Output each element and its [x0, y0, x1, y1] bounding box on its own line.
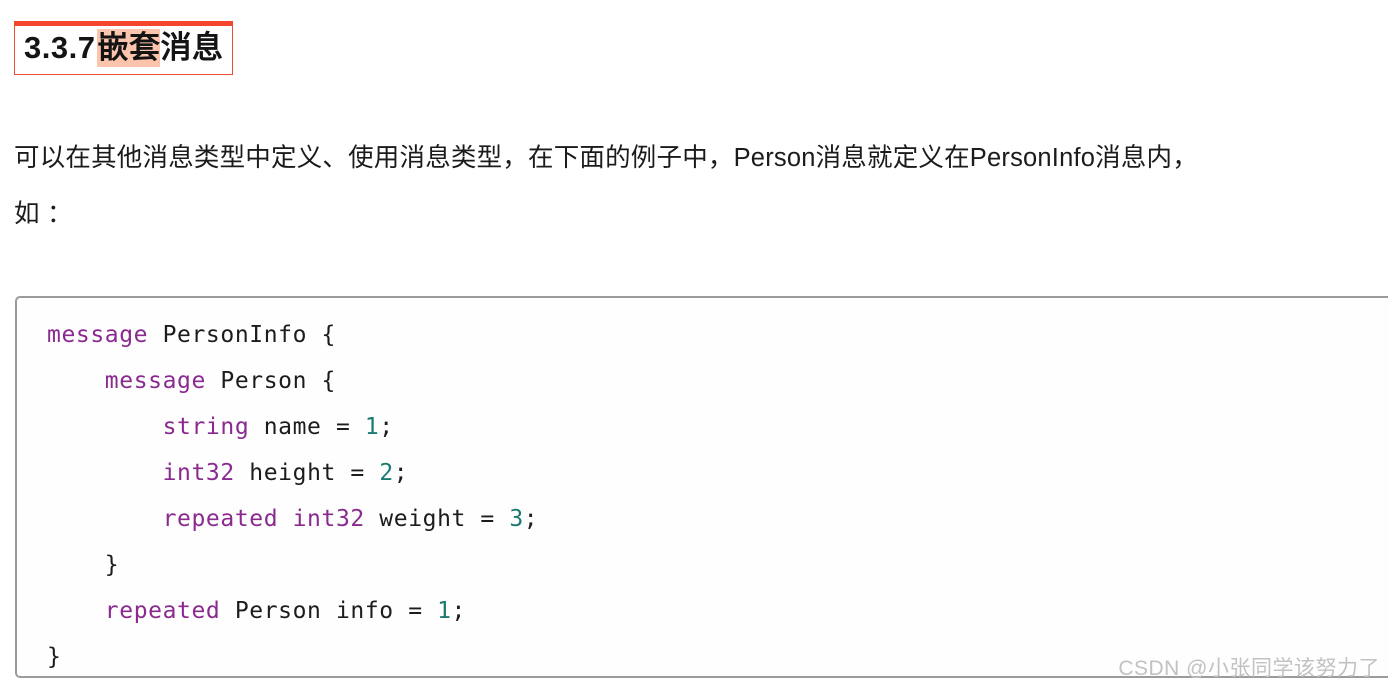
code-line: int32 height = 2; — [47, 460, 408, 486]
code-text: } — [47, 644, 62, 670]
paragraph-line-2: 如 ： — [14, 200, 73, 228]
code-line: } — [47, 644, 61, 670]
code-keyword: repeated — [104, 598, 221, 624]
code-text: weight = — [364, 506, 510, 532]
code-text: ; — [523, 506, 539, 532]
code-text: ; — [393, 460, 409, 486]
code-text: PersonInfo { — [148, 322, 336, 348]
code-line: message PersonInfo { — [47, 322, 336, 348]
code-block: message PersonInfo { message Person { st… — [15, 296, 1388, 678]
code-keyword: repeated — [162, 506, 279, 532]
code-text: height = — [234, 460, 380, 486]
code-keyword: int32 — [292, 506, 365, 532]
code-text: ; — [379, 414, 394, 440]
section-number: 3.3.7 — [24, 30, 96, 65]
code-keyword: message — [47, 322, 149, 348]
code-line: repeated Person info = 1; — [47, 598, 466, 624]
code-number: 2 — [379, 460, 394, 486]
csdn-watermark: CSDN @小张同学该努力了 — [1118, 657, 1380, 680]
section-title-rest: 消息 — [160, 30, 224, 65]
section-title-highlighted: 嵌套 — [97, 29, 161, 67]
code-keyword: int32 — [162, 460, 235, 486]
code-line: message Person { — [47, 368, 336, 394]
code-text: Person { — [205, 368, 336, 394]
section-heading-text: 3.3.7嵌套消息 — [24, 28, 223, 68]
body-paragraph: 可以在其他消息类型中定义、使用消息类型，在下面的例子中，Person消息就定义在… — [14, 130, 1382, 242]
code-block-inner: message PersonInfo { message Person { st… — [17, 298, 1388, 676]
code-text: } — [104, 552, 120, 578]
section-heading-box: 3.3.7嵌套消息 — [14, 21, 234, 75]
code-text: ; — [451, 598, 466, 624]
section-heading: 3.3.7嵌套消息 — [14, 21, 234, 75]
code-number: 1 — [437, 598, 452, 624]
paragraph-line-1: 可以在其他消息类型中定义、使用消息类型，在下面的例子中，Person消息就定义在… — [14, 144, 1198, 172]
code-line: } — [47, 552, 119, 578]
code-keyword: string — [162, 414, 250, 440]
code-line: repeated int32 weight = 3; — [47, 506, 538, 532]
code-listing[interactable]: message PersonInfo { message Person { st… — [47, 312, 1388, 676]
code-number: 1 — [364, 414, 380, 440]
code-line: string name = 1; — [47, 414, 394, 440]
code-number: 3 — [509, 506, 524, 532]
code-text: name = — [249, 414, 365, 440]
code-text: Person info = — [220, 598, 438, 624]
page-root: { "heading": { "number": "3.3.7", "title… — [0, 0, 1388, 686]
code-keyword: message — [104, 368, 206, 394]
